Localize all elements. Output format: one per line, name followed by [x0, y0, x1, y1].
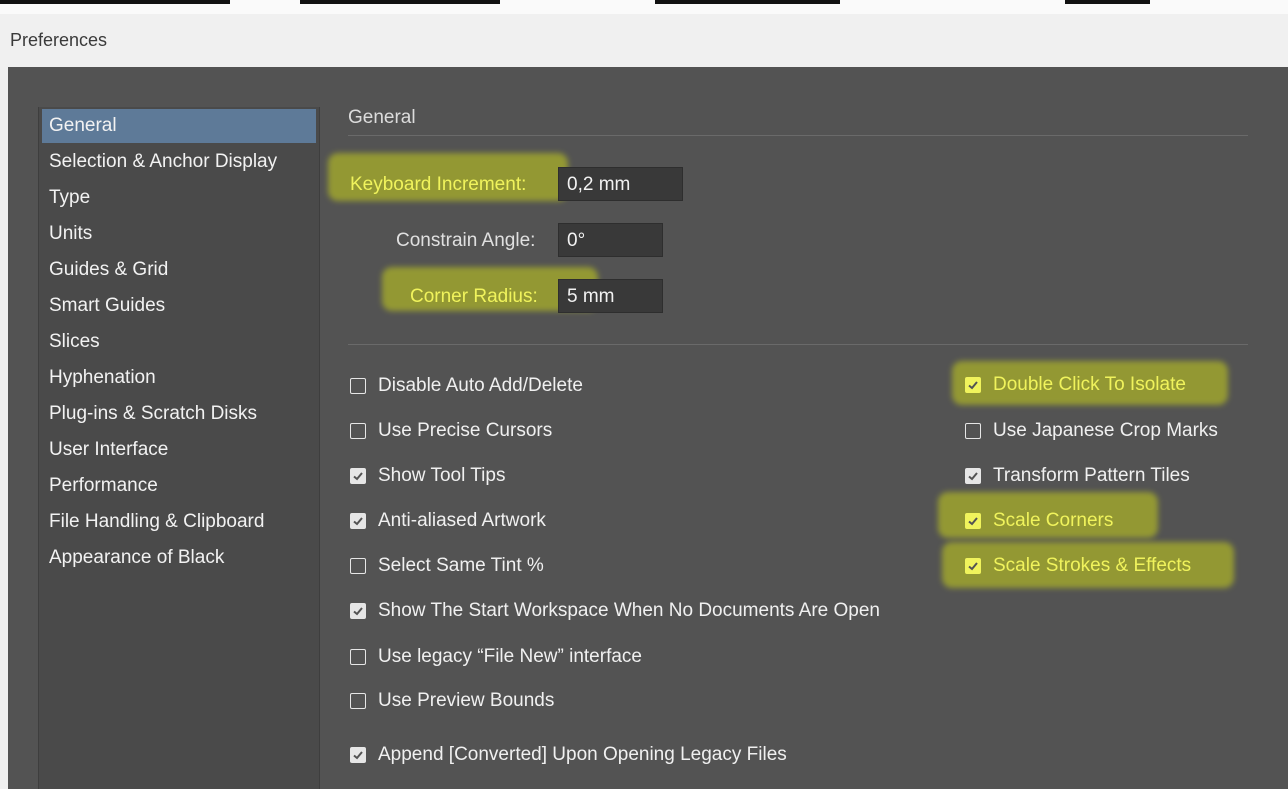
checkbox[interactable]: [350, 423, 366, 439]
title-bar: Preferences: [0, 14, 1288, 67]
checkbox-checked[interactable]: [965, 377, 981, 393]
option-label: Double Click To Isolate: [993, 374, 1186, 395]
option-select-same-tint[interactable]: Select Same Tint %: [350, 551, 544, 581]
option-label: Select Same Tint %: [378, 555, 544, 576]
option-label: Use Japanese Crop Marks: [993, 420, 1218, 441]
section-title: General: [348, 107, 416, 128]
category-sidebar: General Selection & Anchor Display Type …: [38, 107, 320, 789]
option-label: Transform Pattern Tiles: [993, 465, 1190, 486]
checkbox-checked[interactable]: [350, 603, 366, 619]
sidebar-item-hyphenation[interactable]: Hyphenation: [42, 361, 316, 395]
checkbox[interactable]: [350, 693, 366, 709]
sidebar-item-appearance-of-black[interactable]: Appearance of Black: [42, 541, 316, 575]
constrain-angle-label: Constrain Angle:: [396, 230, 536, 251]
checkbox[interactable]: [350, 558, 366, 574]
window-title: Preferences: [10, 30, 108, 50]
sidebar-item-selection-anchor-display[interactable]: Selection & Anchor Display: [42, 145, 316, 179]
corner-radius-input[interactable]: 5 mm: [558, 279, 663, 313]
checkbox-checked[interactable]: [350, 747, 366, 763]
checkbox-checked[interactable]: [965, 513, 981, 529]
checkbox-checked[interactable]: [965, 558, 981, 574]
background-window-strip: [0, 0, 1288, 14]
sidebar-item-smart-guides[interactable]: Smart Guides: [42, 289, 316, 323]
checkbox-checked[interactable]: [350, 513, 366, 529]
option-label: Disable Auto Add/Delete: [378, 375, 583, 396]
sidebar-item-units[interactable]: Units: [42, 217, 316, 251]
option-label: Anti-aliased Artwork: [378, 510, 546, 531]
option-label: Scale Strokes & Effects: [993, 555, 1192, 576]
constrain-angle-input[interactable]: 0°: [558, 223, 663, 257]
option-label: Scale Corners: [993, 510, 1114, 531]
sidebar-item-user-interface[interactable]: User Interface: [42, 433, 316, 467]
option-show-start-workspace[interactable]: Show The Start Workspace When No Documen…: [350, 596, 880, 626]
option-use-preview-bounds[interactable]: Use Preview Bounds: [350, 686, 554, 716]
option-transform-pattern-tiles[interactable]: Transform Pattern Tiles: [965, 461, 1190, 491]
sidebar-item-general[interactable]: General: [42, 109, 316, 143]
option-label: Append [Converted] Upon Opening Legacy F…: [378, 744, 787, 765]
checkbox[interactable]: [350, 649, 366, 665]
option-use-japanese-crop-marks[interactable]: Use Japanese Crop Marks: [965, 416, 1218, 446]
option-label: Use Precise Cursors: [378, 420, 553, 441]
window-edge: [0, 67, 8, 789]
checkbox-checked[interactable]: [965, 468, 981, 484]
option-disable-auto-add-delete[interactable]: Disable Auto Add/Delete: [350, 371, 583, 401]
section-divider: [348, 135, 1248, 136]
option-double-click-to-isolate[interactable]: Double Click To Isolate: [965, 370, 1186, 400]
option-label: Show Tool Tips: [378, 465, 506, 486]
sidebar-item-file-handling-clipboard[interactable]: File Handling & Clipboard: [42, 505, 316, 539]
checkbox-checked[interactable]: [350, 468, 366, 484]
sidebar-item-guides-grid[interactable]: Guides & Grid: [42, 253, 316, 287]
option-show-tool-tips[interactable]: Show Tool Tips: [350, 461, 505, 491]
sidebar-item-slices[interactable]: Slices: [42, 325, 316, 359]
preferences-dialog: General Selection & Anchor Display Type …: [8, 67, 1288, 789]
option-label: Use Preview Bounds: [378, 690, 555, 711]
keyboard-increment-input[interactable]: 0,2 mm: [558, 167, 683, 201]
option-use-legacy-file-new[interactable]: Use legacy “File New” interface: [350, 642, 642, 672]
option-label: Use legacy “File New” interface: [378, 646, 642, 667]
option-append-converted[interactable]: Append [Converted] Upon Opening Legacy F…: [350, 740, 787, 770]
option-scale-corners[interactable]: Scale Corners: [965, 506, 1113, 536]
checkbox[interactable]: [965, 423, 981, 439]
sidebar-item-type[interactable]: Type: [42, 181, 316, 215]
keyboard-increment-label: Keyboard Increment:: [350, 174, 527, 195]
sidebar-item-plugins-scratch-disks[interactable]: Plug-ins & Scratch Disks: [42, 397, 316, 431]
option-label: Show The Start Workspace When No Documen…: [378, 600, 880, 621]
options-divider: [348, 344, 1248, 345]
corner-radius-label: Corner Radius:: [410, 286, 538, 307]
option-use-precise-cursors[interactable]: Use Precise Cursors: [350, 416, 552, 446]
sidebar-item-performance[interactable]: Performance: [42, 469, 316, 503]
option-scale-strokes-effects[interactable]: Scale Strokes & Effects: [965, 551, 1191, 581]
checkbox[interactable]: [350, 378, 366, 394]
option-anti-aliased-artwork[interactable]: Anti-aliased Artwork: [350, 506, 546, 536]
